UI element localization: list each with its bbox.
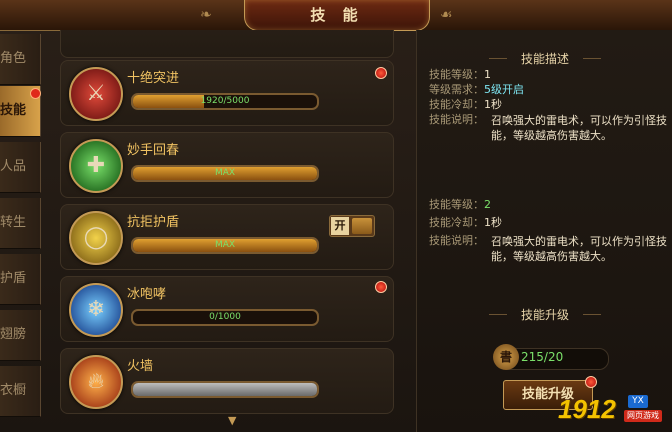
progress-text: MAX: [214, 168, 236, 178]
upgrade-cost: 215/20: [521, 350, 564, 364]
label: 技能冷却：: [429, 98, 484, 111]
next-cooldown-row: 技能冷却：1秒: [429, 216, 502, 230]
skill-window: ❧ 技 能 ☙ 角色 技能 人品 转生 护盾 翅膀 衣橱 ⚔ 十绝突进 1920…: [0, 0, 672, 432]
notification-dot: [375, 67, 387, 79]
heal-skill-icon: ✚: [69, 139, 123, 193]
notification-dot: [585, 376, 597, 388]
value: 2: [484, 198, 491, 211]
title-plate: 技 能: [244, 0, 430, 31]
tab-role[interactable]: 角色: [0, 34, 41, 85]
cooldown-row: 技能冷却：1秒: [429, 98, 502, 112]
notification-dot: [30, 88, 41, 99]
skill-book-icon: 書: [493, 344, 519, 370]
description-label-row: 技能说明：: [429, 113, 484, 127]
skill-name: 妙手回春: [127, 143, 180, 158]
watermark-badge: YX: [628, 395, 648, 408]
next-level-row: 技能等级：2: [429, 198, 491, 212]
slash-skill-icon: ⚔: [69, 67, 123, 121]
description-heading: 技能描述: [520, 52, 569, 66]
notification-dot: [375, 281, 387, 293]
skill-row[interactable]: ❄ 冰咆哮 0/1000: [60, 276, 394, 342]
upgrade-heading: 技能升级: [520, 308, 569, 322]
tab-wings[interactable]: 翅膀: [0, 310, 41, 361]
skill-name: 抗拒护盾: [127, 215, 180, 230]
shield-skill-icon: ◯: [69, 211, 123, 265]
progress-text: [133, 383, 317, 396]
dragon-ornament-icon: ☙: [440, 7, 453, 23]
value: 1: [484, 68, 491, 81]
dragon-ornament-icon: ❧: [200, 7, 212, 23]
skill-progress-bar: 0/1000: [131, 309, 319, 326]
label: 技能冷却：: [429, 216, 484, 229]
toggle-label: 开: [331, 217, 349, 235]
label: 技能等级：: [429, 68, 484, 81]
label: 技能等级：: [429, 198, 484, 211]
skill-row[interactable]: 🔥︎ 火墙: [60, 348, 394, 414]
tab-label: 人品: [0, 159, 27, 174]
chevron-down-icon[interactable]: ▼: [228, 414, 236, 427]
next-description-label-row: 技能说明：: [429, 234, 484, 248]
label: 技能说明：: [429, 234, 484, 247]
tab-label: 翅膀: [0, 327, 27, 342]
label: 技能说明：: [429, 113, 484, 126]
watermark-number: 1912: [558, 394, 616, 424]
value: 1秒: [484, 216, 502, 229]
skill-name: 冰咆哮: [127, 287, 167, 302]
watermark-subtitle: 网页游戏: [624, 410, 662, 422]
skill-list[interactable]: ⚔ 十绝突进 1920/5000 ✚ 妙手回春 MAX ◯ 抗拒护盾 MAX 开…: [48, 30, 410, 432]
progress-text: MAX: [214, 240, 236, 250]
toggle-knob: [352, 218, 372, 234]
level-requirement-row: 等级需求：5级开启: [429, 83, 524, 97]
skill-row[interactable]: ✚ 妙手回春 MAX: [60, 132, 394, 198]
tab-label: 角色: [0, 51, 27, 66]
next-skill-description: 召唤强大的雷电术，可以作为引怪技能，等级越高伤害越大。: [491, 235, 667, 263]
value: 5级开启: [484, 83, 524, 96]
skill-name: 十绝突进: [127, 71, 180, 86]
auto-cast-toggle[interactable]: 开: [329, 215, 375, 237]
skill-name: 火墙: [127, 359, 154, 374]
skill-progress-bar: MAX: [131, 165, 319, 182]
tab-shield[interactable]: 护盾: [0, 254, 41, 305]
label: 等级需求：: [429, 83, 484, 96]
tab-label: 转生: [0, 215, 27, 230]
tab-character[interactable]: 人品: [0, 142, 41, 193]
value: 1秒: [484, 98, 502, 111]
title-bar: ❧ 技 能 ☙: [0, 0, 672, 31]
window-title: 技 能: [310, 6, 364, 24]
progress-text: 1920/5000: [200, 96, 250, 106]
skill-row[interactable]: ⚔ 十绝突进 1920/5000: [60, 60, 394, 126]
fire-skill-icon: 🔥︎: [69, 355, 123, 409]
skill-description: 召唤强大的雷电术，可以作为引怪技能，等级越高伤害越大。: [491, 114, 667, 142]
ice-skill-icon: ❄: [69, 283, 123, 337]
progress-text: 0/1000: [209, 312, 241, 322]
tab-label: 技能: [0, 103, 27, 118]
tab-label: 护盾: [0, 271, 27, 286]
skill-detail-panel: 技能描述 技能等级：1 等级需求：5级开启 技能冷却：1秒 技能说明： 召唤强大…: [416, 30, 672, 432]
tab-wardrobe[interactable]: 衣橱: [0, 366, 41, 417]
site-watermark-logo: 1912 YX 网页游戏: [558, 394, 670, 430]
skill-row[interactable]: [60, 30, 394, 58]
skill-progress-bar: MAX: [131, 237, 319, 254]
tab-label: 衣橱: [0, 383, 27, 398]
skill-progress-bar: 1920/5000: [131, 93, 319, 110]
skill-row[interactable]: ◯ 抗拒护盾 MAX 开: [60, 204, 394, 270]
tab-rebirth[interactable]: 转生: [0, 198, 41, 249]
skill-progress-bar: [131, 381, 319, 398]
current-level-row: 技能等级：1: [429, 68, 491, 82]
